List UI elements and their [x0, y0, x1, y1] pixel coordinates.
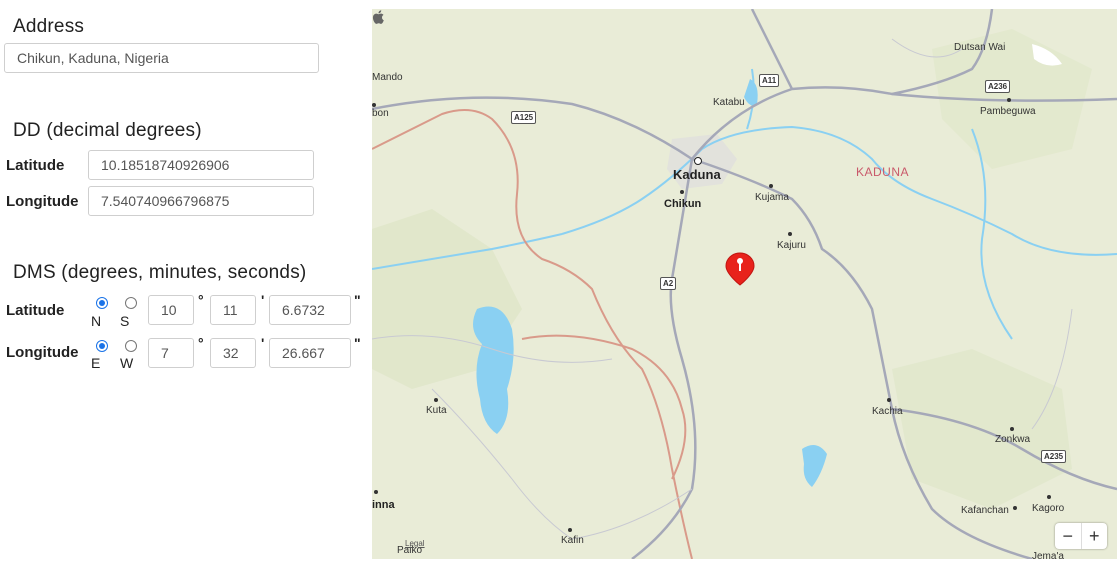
- lat-degree-symbol: °: [198, 292, 204, 308]
- place-chikun: Chikun: [664, 198, 702, 210]
- legal-link[interactable]: Legal: [405, 539, 425, 548]
- place-kafin: Kafin: [561, 535, 584, 546]
- road-shield-a2: A2: [660, 277, 677, 290]
- dms-title: DMS (degrees, minutes, seconds): [13, 262, 307, 283]
- lat-second-symbol: ": [354, 292, 361, 308]
- place-bon: bon: [372, 108, 389, 119]
- place-kujama: Kujama: [755, 192, 789, 203]
- lon-degrees-input[interactable]: [148, 338, 194, 368]
- place-kuta: Kuta: [426, 405, 447, 416]
- dd-title: DD (decimal degrees): [13, 120, 202, 141]
- place-dot: [769, 184, 773, 188]
- place-dot: [374, 490, 378, 494]
- lat-seconds-input[interactable]: [269, 295, 351, 325]
- lon-second-symbol: ": [354, 335, 361, 351]
- place-kagoro: Kagoro: [1032, 503, 1065, 514]
- place-dutsan-wai: Dutsan Wai: [954, 42, 1006, 53]
- place-dot: [788, 232, 792, 236]
- dms-latitude-label: Latitude: [6, 302, 65, 319]
- place-dot: [1013, 506, 1017, 510]
- location-pin-icon[interactable]: [725, 252, 755, 286]
- lon-minutes-input[interactable]: [210, 338, 256, 368]
- place-dot: [1010, 427, 1014, 431]
- map-view[interactable]: KADUNA Dutsan Wai Mando bon Katabu Pambe…: [372, 9, 1117, 559]
- place-dot: [1007, 98, 1011, 102]
- place-kachia: Kachia: [872, 406, 903, 417]
- address-title: Address: [13, 16, 85, 37]
- lat-minutes-input[interactable]: [210, 295, 256, 325]
- address-input[interactable]: [4, 43, 319, 73]
- dd-latitude-input[interactable]: [88, 150, 314, 180]
- place-dot: [680, 190, 684, 194]
- radio-west[interactable]: [125, 340, 137, 352]
- lat-degrees-input[interactable]: [148, 295, 194, 325]
- dd-latitude-label: Latitude: [6, 157, 65, 174]
- zoom-out-button[interactable]: −: [1055, 523, 1081, 549]
- radio-south[interactable]: [125, 297, 137, 309]
- place-dot: [1047, 495, 1051, 499]
- dd-longitude-input[interactable]: [88, 186, 314, 216]
- place-inna: inna: [372, 499, 395, 511]
- place-dot: [887, 398, 891, 402]
- place-katabu: Katabu: [713, 97, 745, 108]
- place-mando: Mando: [372, 72, 403, 83]
- place-kaduna: Kaduna: [673, 167, 721, 182]
- radio-south-label: S: [120, 313, 130, 329]
- radio-north[interactable]: [96, 297, 108, 309]
- dms-longitude-label: Longitude: [6, 344, 79, 361]
- road-shield-a11: A11: [759, 74, 780, 87]
- zoom-in-button[interactable]: +: [1080, 523, 1108, 549]
- zoom-control: − +: [1055, 523, 1107, 549]
- place-jemaa: Jema'a: [1032, 551, 1064, 559]
- road-shield-a236: A236: [985, 80, 1011, 93]
- lon-seconds-input[interactable]: [269, 338, 351, 368]
- dd-longitude-label: Longitude: [6, 193, 79, 210]
- radio-east[interactable]: [96, 340, 108, 352]
- place-kafanchan: Kafanchan: [961, 505, 1009, 516]
- place-dot: [434, 398, 438, 402]
- place-dot: [694, 157, 702, 165]
- lon-degree-symbol: °: [198, 335, 204, 351]
- place-pambeguwa: Pambeguwa: [980, 106, 1036, 117]
- road-shield-a125: A125: [511, 111, 537, 124]
- radio-north-label: N: [91, 313, 102, 329]
- radio-west-label: W: [120, 355, 134, 371]
- apple-logo-icon: [372, 10, 384, 24]
- radio-east-label: E: [91, 355, 101, 371]
- place-dot: [372, 103, 376, 107]
- place-dot: [568, 528, 572, 532]
- lon-minute-symbol: ': [261, 335, 265, 351]
- road-shield-a235: A235: [1041, 450, 1067, 463]
- place-zonkwa: Zonkwa: [995, 434, 1031, 445]
- region-label-kaduna: KADUNA: [856, 165, 910, 179]
- place-kajuru: Kajuru: [777, 240, 806, 251]
- lat-minute-symbol: ': [261, 292, 265, 308]
